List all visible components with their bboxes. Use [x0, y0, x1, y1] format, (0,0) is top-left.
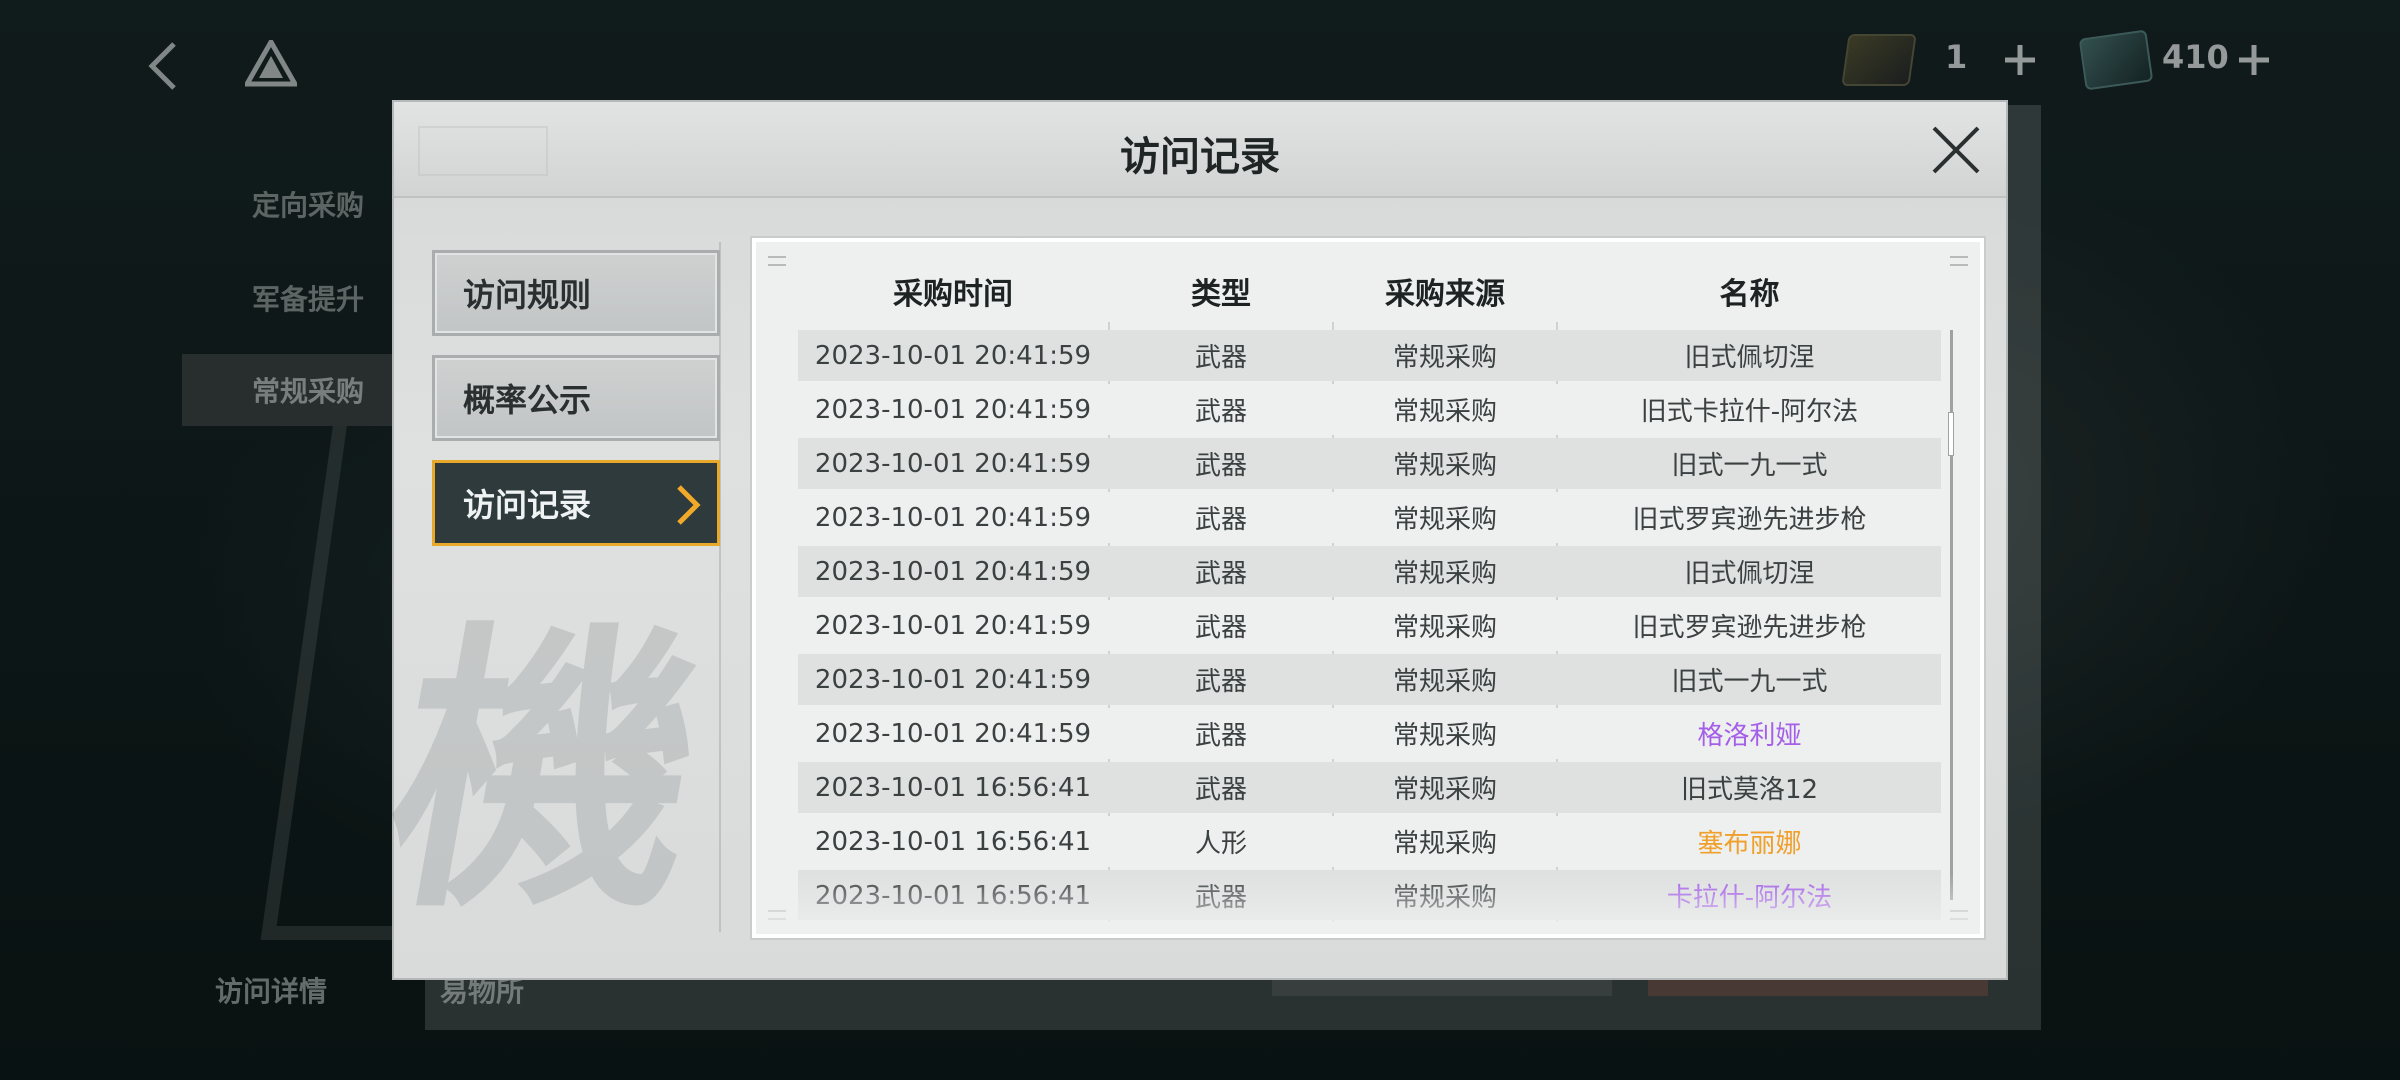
cell-purchase-time: 2023-10-01 20:41:59 — [814, 340, 1092, 371]
table-row: 2023-10-01 16:56:41 武器 常规采购 旧式莫洛12 — [798, 762, 1941, 813]
cell-type: 武器 — [1194, 721, 1247, 751]
dialog-header: 访问记录 — [394, 102, 2006, 198]
left-panel-divider — [719, 242, 721, 932]
table-row: 2023-10-01 20:41:59 武器 常规采购 旧式罗宾逊先进步枪 — [798, 600, 1941, 651]
record-table-panel: 采购时间 类型 采购来源 名称 2023-10-01 20:41:59 武器 常规采… — [752, 238, 1984, 938]
cell-name: 旧式一九一式 — [1671, 667, 1828, 697]
table-row: 2023-10-01 16:56:41 人形 常规采购 塞布丽娜 — [798, 816, 1941, 867]
cell-name: 旧式卡拉什-阿尔法 — [1640, 397, 1859, 427]
table-row: 2023-10-01 20:41:59 武器 常规采购 旧式佩切涅 — [798, 546, 1941, 597]
record-list[interactable]: 2023-10-01 20:41:59 武器 常规采购 旧式佩切涅 2023-10-01… — [798, 330, 1941, 920]
scrollbar-thumb[interactable] — [1948, 412, 1954, 456]
cell-type: 人形 — [1194, 829, 1247, 859]
cell-type: 武器 — [1194, 505, 1247, 535]
cell-name: 旧式罗宾逊先进步枪 — [1632, 613, 1867, 643]
panel-corner-mark — [1950, 910, 1968, 920]
cell-purchase-time: 2023-10-01 20:41:59 — [814, 664, 1092, 695]
cell-source: 常规采购 — [1392, 451, 1497, 481]
cell-type: 武器 — [1194, 775, 1247, 805]
table-row: 2023-10-01 20:41:59 武器 常规采购 旧式一九一式 — [798, 654, 1941, 705]
chevron-right-icon — [677, 485, 701, 525]
cell-purchase-time: 2023-10-01 20:41:59 — [814, 502, 1092, 533]
table-row: 2023-10-01 20:41:59 武器 常规采购 旧式一九一式 — [798, 438, 1941, 489]
cell-type: 武器 — [1194, 451, 1247, 481]
cell-source: 常规采购 — [1392, 613, 1497, 643]
cell-source: 常规采购 — [1392, 343, 1497, 373]
cell-name: 旧式佩切涅 — [1684, 343, 1815, 373]
cell-type: 武器 — [1194, 613, 1247, 643]
cell-purchase-time: 2023-10-01 16:56:41 — [814, 826, 1092, 857]
cell-purchase-time: 2023-10-01 20:41:59 — [814, 556, 1092, 587]
menu-item-label: 概率公示 — [463, 381, 592, 419]
cell-source: 常规采购 — [1392, 505, 1497, 535]
table-row: 2023-10-01 20:41:59 武器 常规采购 格洛利娅 — [798, 708, 1941, 759]
cell-purchase-time: 2023-10-01 16:56:41 — [814, 772, 1092, 803]
table-row: 2023-10-01 20:41:59 武器 常规采购 旧式佩切涅 — [798, 330, 1941, 381]
menu-item-visit-record[interactable]: 访问记录 — [432, 460, 720, 546]
cell-purchase-time: 2023-10-01 20:41:59 — [814, 610, 1092, 641]
cell-name: 旧式莫洛12 — [1680, 775, 1819, 805]
cell-name: 旧式一九一式 — [1671, 451, 1828, 481]
cell-source: 常规采购 — [1392, 829, 1497, 859]
menu-item-probability[interactable]: 概率公示 — [432, 355, 720, 441]
table-row: 2023-10-01 20:41:59 武器 常规采购 旧式卡拉什-阿尔法 — [798, 384, 1941, 435]
header-type: 类型 — [1191, 277, 1251, 312]
cell-purchase-time: 2023-10-01 20:41:59 — [814, 394, 1092, 425]
decorative-kanji-watermark: 機 — [365, 595, 728, 948]
panel-corner-mark — [768, 256, 786, 266]
close-icon[interactable] — [1926, 120, 1986, 180]
cell-source: 常规采购 — [1392, 775, 1497, 805]
cell-purchase-time: 2023-10-01 16:56:41 — [814, 880, 1092, 911]
cell-source: 常规采购 — [1392, 883, 1497, 913]
panel-corner-mark — [768, 910, 786, 920]
cell-name: 卡拉什-阿尔法 — [1666, 883, 1833, 913]
header-source: 采购来源 — [1385, 277, 1505, 312]
cell-source: 常规采购 — [1392, 559, 1497, 589]
cell-source: 常规采购 — [1392, 397, 1497, 427]
visit-record-dialog: 访问记录 機 访问规则 概率公示 访问记录 采购时间 类型 采购来源 名称 20… — [366, 100, 2008, 980]
cell-type: 武器 — [1194, 343, 1247, 373]
cell-purchase-time: 2023-10-01 20:41:59 — [814, 718, 1092, 749]
cell-name: 旧式罗宾逊先进步枪 — [1632, 505, 1867, 535]
dialog-title: 访问记录 — [1120, 134, 1280, 180]
panel-corner-mark — [1950, 256, 1968, 266]
cell-type: 武器 — [1194, 397, 1247, 427]
header-name: 名称 — [1719, 277, 1780, 312]
menu-item-label: 访问记录 — [463, 486, 592, 524]
cell-purchase-time: 2023-10-01 20:41:59 — [814, 448, 1092, 479]
menu-item-visit-rules[interactable]: 访问规则 — [432, 250, 720, 336]
cell-name: 格洛利娅 — [1697, 721, 1802, 751]
cell-source: 常规采购 — [1392, 721, 1497, 751]
header-purchase-time: 采购时间 — [893, 277, 1013, 312]
cell-name: 塞布丽娜 — [1697, 829, 1802, 859]
cell-type: 武器 — [1194, 667, 1247, 697]
cell-name: 旧式佩切涅 — [1684, 559, 1815, 589]
table-header: 采购时间 类型 采购来源 名称 — [798, 266, 1941, 316]
cell-type: 武器 — [1194, 883, 1247, 913]
table-row: 2023-10-01 20:41:59 武器 常规采购 旧式罗宾逊先进步枪 — [798, 492, 1941, 543]
cell-type: 武器 — [1194, 559, 1247, 589]
menu-item-label: 访问规则 — [463, 276, 592, 314]
cell-source: 常规采购 — [1392, 667, 1497, 697]
table-row: 2023-10-01 16:56:41 武器 常规采购 卡拉什-阿尔法 — [798, 870, 1941, 920]
